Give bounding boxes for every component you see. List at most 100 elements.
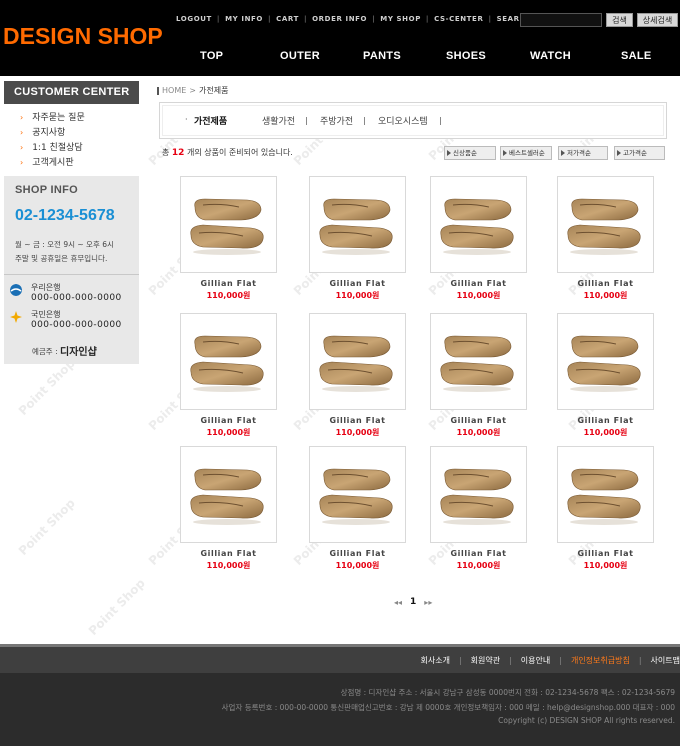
watermark-text: Point Shop	[15, 496, 78, 558]
breadcrumb-separator: >	[189, 86, 196, 95]
category-box: · 가전제품 생활가전 주방가전 오디오시스템	[159, 102, 667, 139]
my-info-link[interactable]: MY INFO	[225, 15, 263, 23]
shop-phone: 02-1234-5678	[15, 207, 115, 224]
main-nav: TOP OUTER PANTS SHOES WATCH SALE	[0, 50, 680, 64]
nav-outer[interactable]: OUTER	[280, 50, 320, 62]
arrow-icon: ›	[20, 157, 24, 167]
shoe-image	[440, 468, 514, 525]
nav-watch[interactable]: WATCH	[530, 50, 571, 62]
pagination: ◂◂ 1 ▸▸	[394, 597, 432, 607]
arrow-icon: ›	[20, 112, 24, 122]
cc-item-board[interactable]: › 고객게시판	[20, 155, 85, 170]
page-number-current[interactable]: 1	[410, 597, 416, 607]
product-name[interactable]: Gillian Flat	[430, 416, 527, 425]
logout-link[interactable]: LOGOUT	[176, 15, 212, 23]
category-living[interactable]: 생활가전	[262, 114, 295, 127]
product-thumbnail[interactable]	[180, 446, 277, 543]
product-thumbnail[interactable]	[430, 176, 527, 273]
sort-lowprice-button[interactable]: 저가격순	[558, 146, 608, 160]
footer-link-terms[interactable]: 회원약관	[471, 655, 500, 666]
category-audio[interactable]: 오디오시스템	[378, 114, 428, 127]
sort-bestseller-button[interactable]: 베스트셀러순	[500, 146, 552, 160]
customer-center-title: CUSTOMER CENTER	[4, 81, 139, 104]
product-name[interactable]: Gillian Flat	[180, 279, 277, 288]
product-thumbnail[interactable]	[430, 313, 527, 410]
bank-account-woori: 000-000-000-0000	[31, 293, 122, 303]
breadcrumb-current: 가전제품	[198, 86, 229, 95]
product-thumbnail[interactable]	[180, 313, 277, 410]
product-name[interactable]: Gillian Flat	[309, 279, 406, 288]
watermark-text: Point Shop	[85, 576, 148, 638]
footer-link-company[interactable]: 회사소개	[420, 655, 449, 666]
shoe-image	[319, 468, 393, 525]
footer-link-guide[interactable]: 이용안내	[521, 655, 550, 666]
footer-company-info: 상점명 : 디자인샵 주소 : 서울시 강남구 삼성동 0000번지 전화 : …	[340, 688, 675, 697]
cs-center-link[interactable]: CS-CENTER	[434, 15, 483, 23]
cc-item-faq[interactable]: › 자주묻는 질문	[20, 110, 85, 125]
detail-search-button[interactable]: 상세검색	[637, 13, 678, 27]
footer-link-sitemap[interactable]: 사이트맵	[651, 655, 680, 666]
product-price: 110,000원	[583, 291, 628, 300]
product-name[interactable]: Gillian Flat	[430, 549, 527, 558]
nav-pants[interactable]: PANTS	[363, 50, 401, 62]
nav-shoes[interactable]: SHOES	[446, 50, 486, 62]
account-holder-value: 디자인샵	[60, 347, 97, 358]
shoe-image	[319, 335, 393, 392]
product-name[interactable]: Gillian Flat	[309, 416, 406, 425]
product-thumbnail[interactable]	[557, 446, 654, 543]
breadcrumb-bar	[157, 86, 159, 95]
divider	[4, 274, 139, 275]
my-shop-link[interactable]: MY SHOP	[380, 15, 421, 23]
product-thumbnail[interactable]	[309, 176, 406, 273]
prev-page-icon[interactable]: ◂◂	[394, 598, 402, 607]
logo[interactable]: DESIGN SHOP	[3, 23, 163, 50]
breadcrumb-home[interactable]: HOME	[162, 86, 186, 95]
product-thumbnail[interactable]	[309, 313, 406, 410]
shoe-image	[190, 335, 264, 392]
product-price: 110,000원	[456, 291, 501, 300]
footer-link-privacy[interactable]: 개인정보취급방침	[571, 655, 630, 666]
next-page-icon[interactable]: ▸▸	[424, 598, 432, 607]
product-price: 110,000원	[456, 561, 501, 570]
order-info-link[interactable]: ORDER INFO	[312, 15, 367, 23]
product-name[interactable]: Gillian Flat	[180, 549, 277, 558]
product-name[interactable]: Gillian Flat	[557, 279, 654, 288]
cc-item-consult[interactable]: › 1:1 친절상담	[20, 140, 85, 155]
product-price: 110,000원	[583, 561, 628, 570]
product-name[interactable]: Gillian Flat	[180, 416, 277, 425]
search-button[interactable]: 검색	[606, 13, 633, 27]
product-price: 110,000원	[456, 428, 501, 437]
kb-bank-icon	[10, 311, 22, 323]
watermark-text: Point Shop	[15, 356, 78, 418]
product-thumbnail[interactable]	[180, 176, 277, 273]
woori-bank-icon	[10, 284, 22, 296]
separator	[306, 117, 307, 125]
nav-top[interactable]: TOP	[200, 50, 223, 62]
footer-info: 상점명 : 디자인샵 주소 : 서울시 강남구 삼성동 0000번지 전화 : …	[0, 673, 680, 746]
shoe-image	[190, 198, 264, 255]
product-name[interactable]: Gillian Flat	[430, 279, 527, 288]
product-name[interactable]: Gillian Flat	[309, 549, 406, 558]
product-name[interactable]: Gillian Flat	[557, 416, 654, 425]
category-kitchen[interactable]: 주방가전	[320, 114, 353, 127]
product-price: 110,000원	[335, 428, 380, 437]
account-holder-label: 예금주 :	[32, 347, 58, 356]
cart-link[interactable]: CART	[276, 15, 299, 23]
product-count: 총 12 개의 상품이 준비되어 있습니다.	[162, 148, 293, 158]
category-active[interactable]: 가전제품	[194, 114, 227, 127]
product-thumbnail[interactable]	[309, 446, 406, 543]
product-thumbnail[interactable]	[557, 313, 654, 410]
product-thumbnail[interactable]	[430, 446, 527, 543]
product-price: 110,000원	[206, 561, 251, 570]
shoe-image	[567, 335, 641, 392]
top-links: LOGOUT | MY INFO | CART | ORDER INFO | MY SH…	[176, 15, 532, 23]
sort-highprice-button[interactable]: 고가격순	[614, 146, 665, 160]
sort-newest-button[interactable]: 신상품순	[444, 146, 496, 160]
cc-item-notice[interactable]: › 공지사항	[20, 125, 85, 140]
product-price: 110,000원	[335, 291, 380, 300]
product-thumbnail[interactable]	[557, 176, 654, 273]
nav-sale[interactable]: SALE	[621, 50, 652, 62]
product-name[interactable]: Gillian Flat	[557, 549, 654, 558]
search-input[interactable]	[520, 13, 602, 27]
shoe-image	[440, 198, 514, 255]
